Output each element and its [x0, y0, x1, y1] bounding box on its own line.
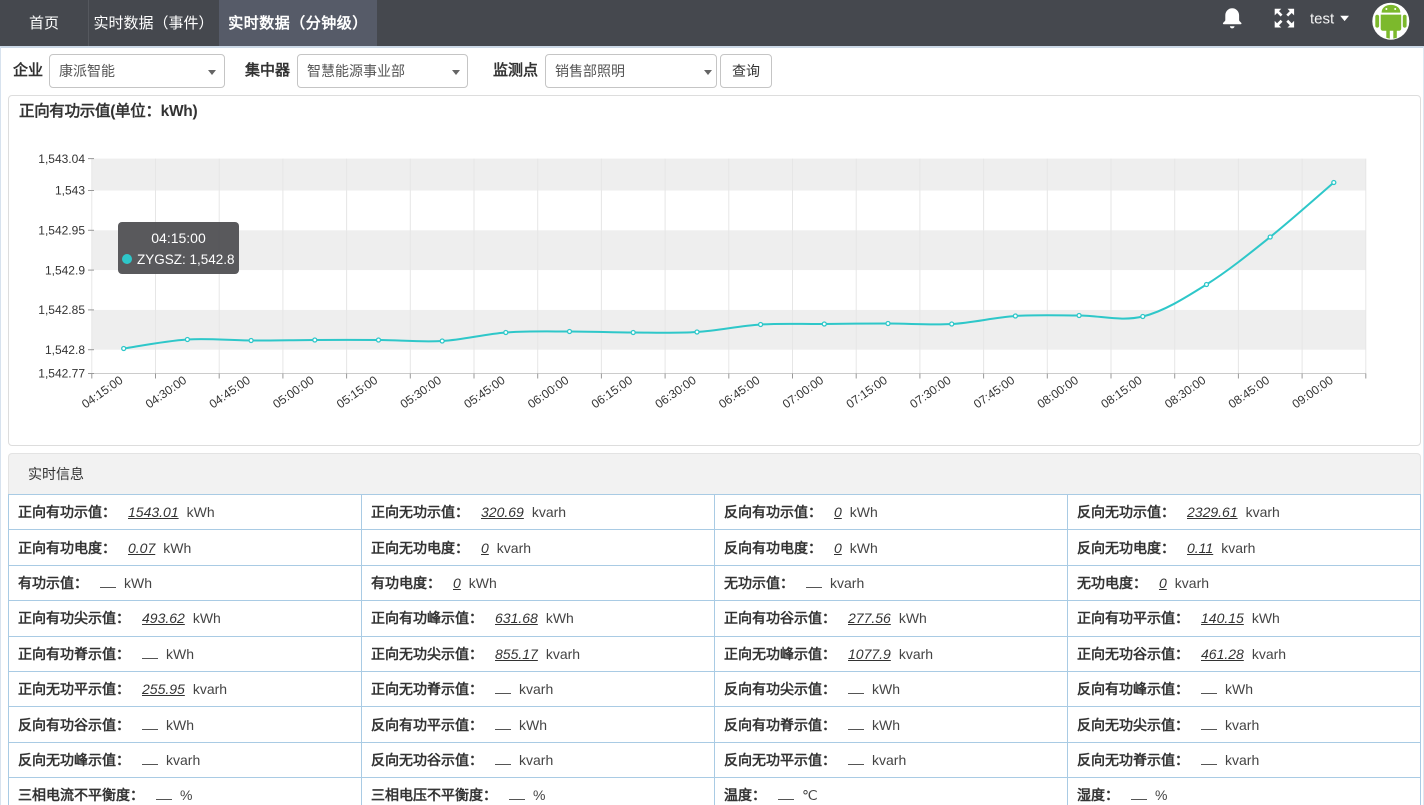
svg-text:test: test [1310, 11, 1335, 28]
